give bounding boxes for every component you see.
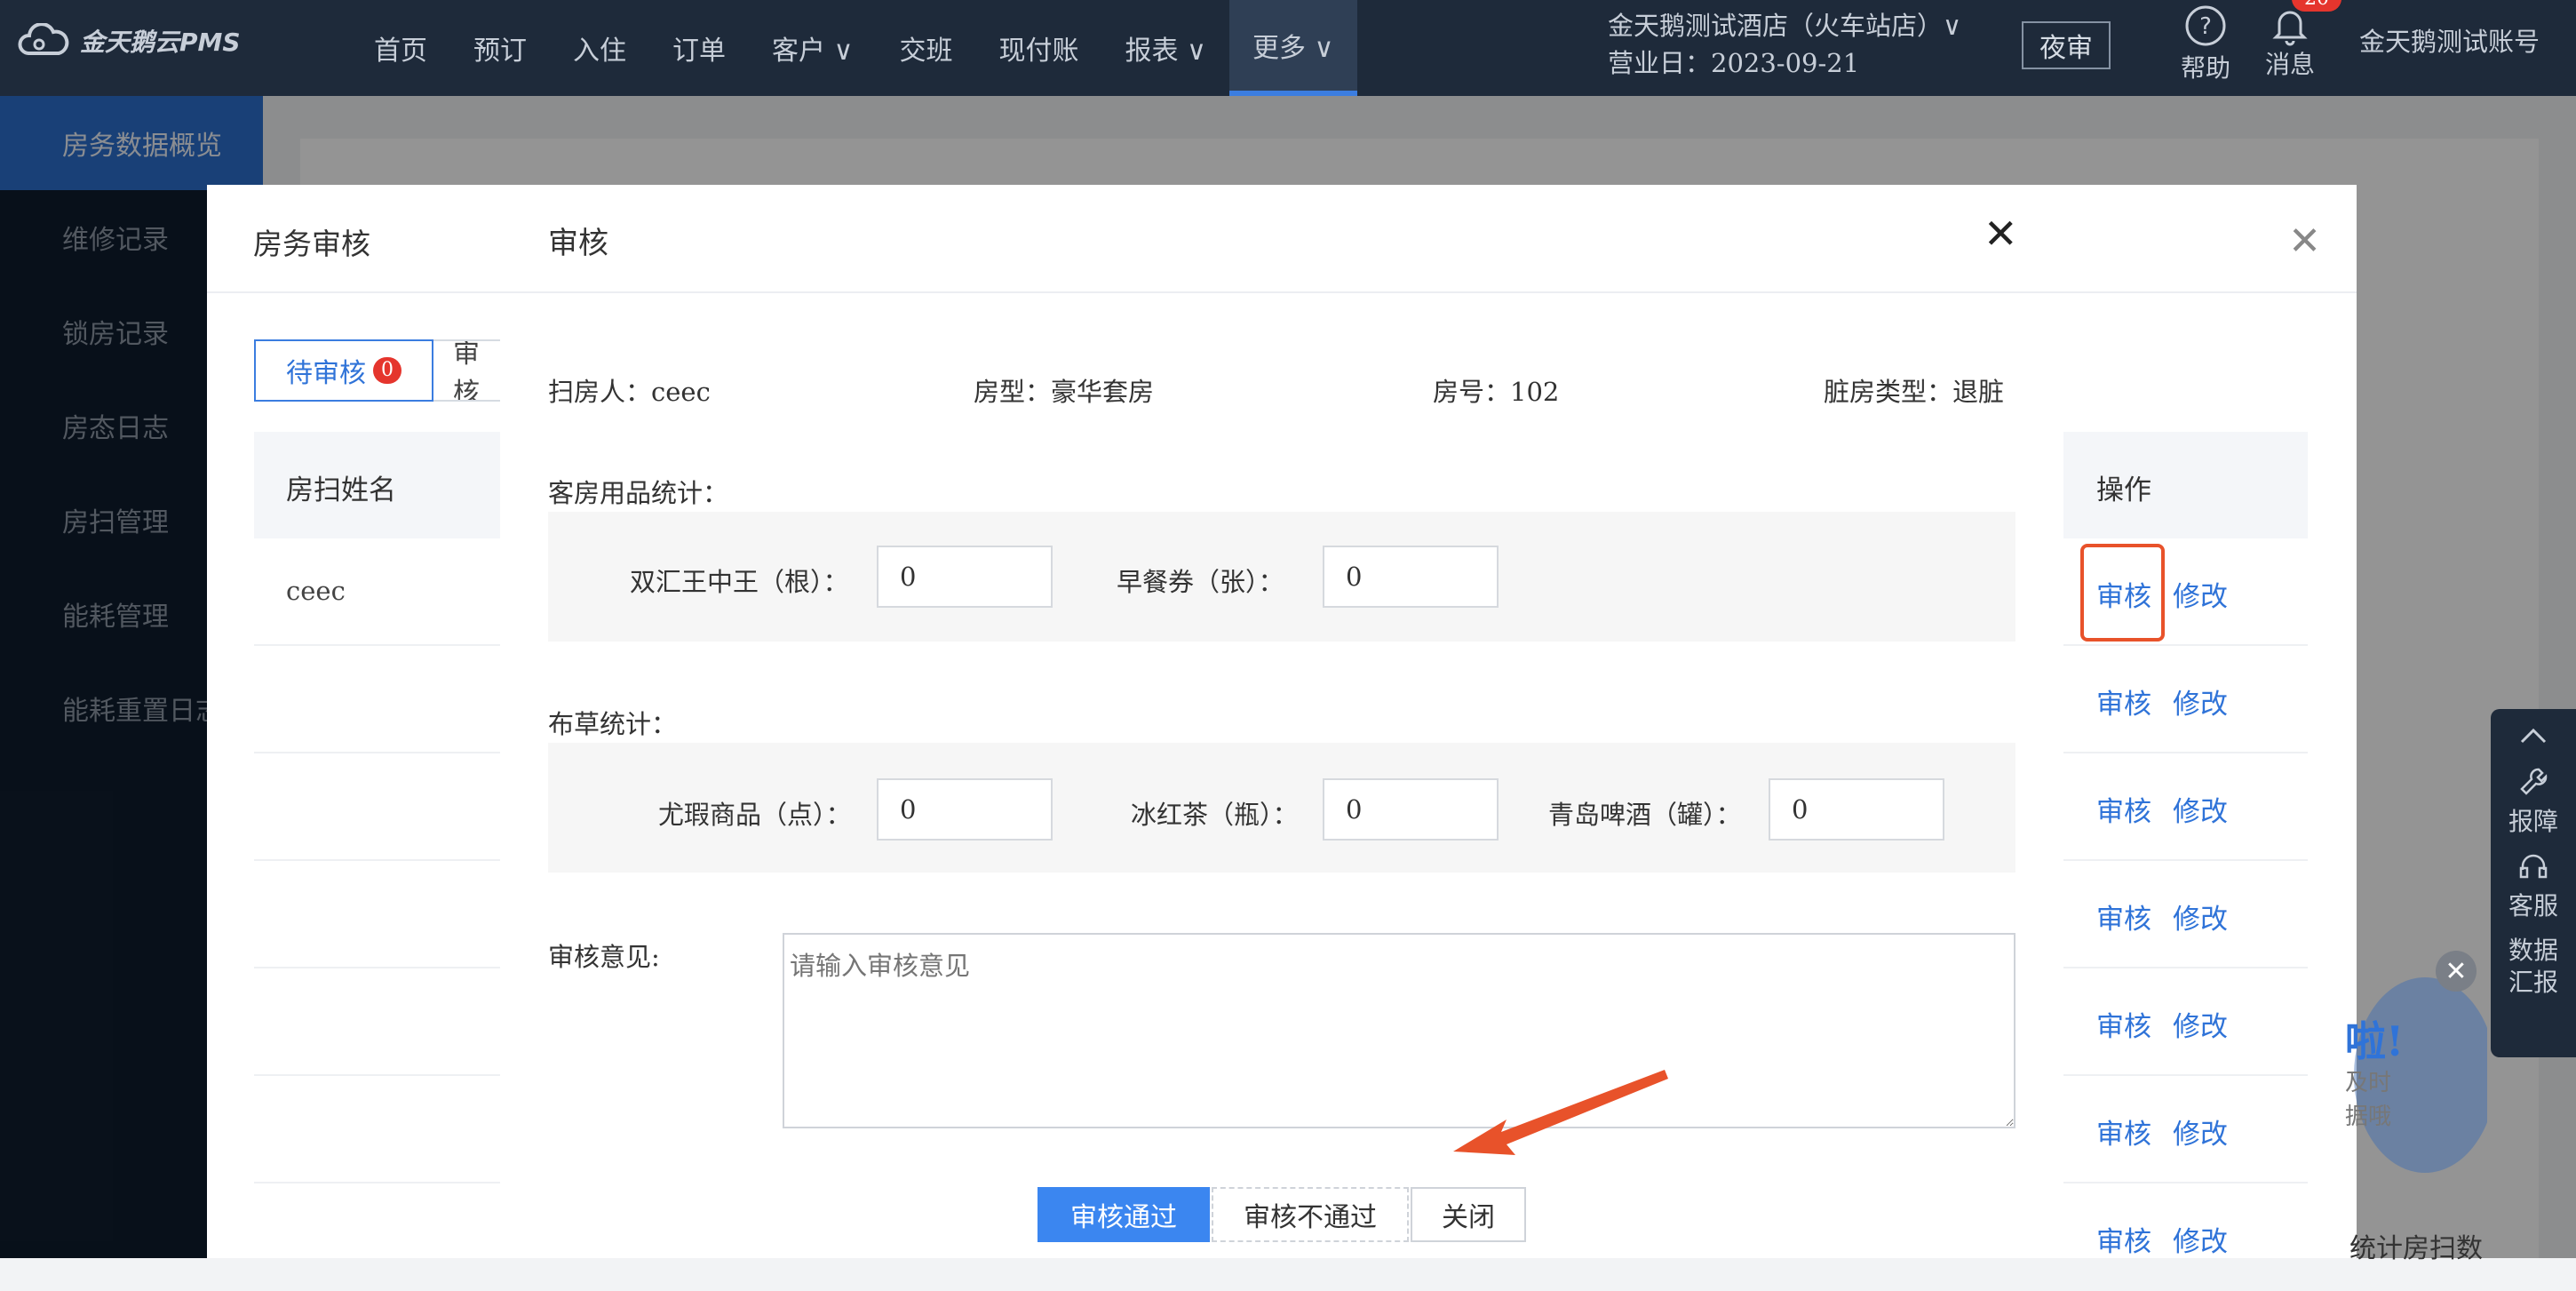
opinion-label: 审核意见: bbox=[548, 942, 660, 972]
linen-field-label: 青岛啤酒（罐）： bbox=[1548, 800, 1742, 830]
supplies-panel: 双汇王中王（根）： 0 早餐券（张）： 0 bbox=[548, 512, 2015, 642]
audit-dialog: 审核 ✕ 扫房人：ceec 房型：豪华套房 房号：102 脏房类型：退脏 客房用… bbox=[500, 185, 2063, 1258]
app-logo[interactable]: 金天鹅云PMS bbox=[16, 23, 241, 59]
pending-count-badge: 0 bbox=[373, 357, 402, 384]
cleaner-name-cell: ceec bbox=[286, 576, 346, 606]
supplies-quantity-input[interactable]: 0 bbox=[1323, 546, 1499, 608]
tab-pending-label: 待审核 bbox=[286, 358, 366, 389]
cleaning-stats-label: 统计房扫数 bbox=[2349, 1233, 2483, 1264]
dirty-type-info: 脏房类型：退脏 bbox=[1824, 377, 2005, 407]
approve-button[interactable]: 审核通过 bbox=[1038, 1187, 1210, 1242]
hotel-selector[interactable]: 金天鹅测试酒店（火车站店）∨ 营业日：2023-09-21 bbox=[1608, 7, 1961, 82]
nav-orders[interactable]: 订单 bbox=[649, 0, 749, 96]
linen-quantity-input[interactable]: 0 bbox=[877, 778, 1053, 841]
floating-toolbar: 报障 客服 数据 汇报 bbox=[2491, 709, 2576, 1057]
nav-home[interactable]: 首页 bbox=[351, 0, 450, 96]
nav-reports[interactable]: 报表 ∨ bbox=[1102, 0, 1230, 96]
account-menu[interactable]: 金天鹅测试账号 bbox=[2359, 21, 2540, 59]
nav-customers[interactable]: 客户 ∨ bbox=[749, 0, 877, 96]
supplies-field-label: 双汇王中王（根）： bbox=[630, 567, 849, 597]
hotel-name: 金天鹅测试酒店（火车站店）∨ bbox=[1608, 11, 1962, 41]
messages-label: 消息 bbox=[2264, 50, 2315, 79]
help-button[interactable]: ? 帮助 bbox=[2173, 0, 2238, 84]
customer-service-label: 客服 bbox=[2508, 891, 2558, 920]
room-number-info: 房号：102 bbox=[1433, 377, 1560, 407]
cloud-logo-icon bbox=[18, 23, 69, 55]
nav-cash-account[interactable]: 现付账 bbox=[976, 0, 1102, 96]
nav-shift[interactable]: 交班 bbox=[877, 0, 976, 96]
linen-field-label: 冰红茶（瓶）： bbox=[1131, 800, 1299, 830]
headset-icon bbox=[2519, 854, 2548, 879]
linen-quantity-input[interactable]: 0 bbox=[1769, 778, 1944, 841]
column-header-name: 房扫姓名 bbox=[286, 474, 396, 506]
nav-checkin[interactable]: 入住 bbox=[550, 0, 649, 96]
opinion-textarea[interactable] bbox=[783, 933, 2015, 1128]
column-header-ops: 操作 bbox=[2096, 474, 2151, 506]
linen-quantity-input[interactable]: 0 bbox=[1323, 778, 1499, 841]
tab-audited[interactable]: 审核 bbox=[433, 339, 505, 402]
linen-field-label: 尤瑕商品（点）： bbox=[658, 800, 852, 830]
app-logo-text: 金天鹅云PMS bbox=[80, 28, 241, 57]
report-fault-label: 报障 bbox=[2508, 807, 2558, 836]
chevron-up-icon bbox=[2520, 728, 2547, 744]
data-report-label-2: 汇报 bbox=[2508, 968, 2558, 997]
main-nav: 首页 预订 入住 订单 客户 ∨ 交班 现付账 报表 ∨ 更多 ∨ bbox=[351, 0, 1357, 96]
promo-line-2: 据哦 bbox=[2345, 1104, 2392, 1130]
help-label: 帮助 bbox=[2180, 53, 2230, 83]
annotation-arrow bbox=[1453, 1070, 1668, 1155]
customer-service-button[interactable]: 客服 bbox=[2491, 838, 2576, 922]
promo-subtext: 及时 据哦 bbox=[2345, 1066, 2391, 1134]
divider bbox=[500, 291, 2063, 293]
highlight-annotation-box bbox=[2080, 544, 2165, 642]
edit-link[interactable]: 修改 bbox=[2173, 1004, 2228, 1044]
business-date: 营业日：2023-09-21 bbox=[1608, 48, 1860, 78]
supplies-quantity-input[interactable]: 0 bbox=[877, 546, 1053, 608]
collapse-button[interactable] bbox=[2491, 709, 2576, 753]
promo-line-1: 及时 bbox=[2345, 1070, 2392, 1096]
audit-link[interactable]: 审核 bbox=[2096, 1219, 2151, 1259]
close-icon[interactable]: ✕ bbox=[2288, 219, 2321, 264]
cleaner-info: 扫房人：ceec bbox=[548, 377, 711, 407]
edit-link[interactable]: 修改 bbox=[2173, 897, 2228, 936]
audit-link[interactable]: 审核 bbox=[2096, 789, 2151, 829]
edit-link[interactable]: 修改 bbox=[2173, 681, 2228, 721]
nav-more[interactable]: 更多 ∨ bbox=[1229, 0, 1357, 96]
messages-button[interactable]: 20 消息 bbox=[2258, 0, 2341, 81]
svg-text:?: ? bbox=[2199, 13, 2212, 40]
promo-headline: 啦! bbox=[2345, 1017, 2405, 1065]
edit-link[interactable]: 修改 bbox=[2173, 574, 2228, 614]
audit-link[interactable]: 审核 bbox=[2096, 1004, 2151, 1044]
audit-dialog-title: 审核 bbox=[548, 226, 608, 261]
close-icon[interactable]: ✕ bbox=[1984, 210, 2018, 258]
audit-link[interactable]: 审核 bbox=[2096, 681, 2151, 721]
room-type-info: 房型：豪华套房 bbox=[974, 377, 1155, 407]
edit-link[interactable]: 修改 bbox=[2173, 1219, 2228, 1259]
report-fault-button[interactable]: 报障 bbox=[2491, 753, 2576, 838]
supplies-section-label: 客房用品统计： bbox=[548, 478, 729, 508]
audit-link[interactable]: 审核 bbox=[2096, 897, 2151, 936]
reject-button[interactable]: 审核不通过 bbox=[1212, 1187, 1409, 1242]
message-count-badge: 20 bbox=[2292, 0, 2341, 12]
nav-booking[interactable]: 预订 bbox=[450, 0, 550, 96]
linen-section-label: 布草统计： bbox=[548, 709, 678, 739]
close-button[interactable]: 关闭 bbox=[1411, 1187, 1526, 1242]
data-report-button[interactable]: 数据 汇报 bbox=[2491, 922, 2576, 999]
edit-link[interactable]: 修改 bbox=[2173, 1112, 2228, 1152]
top-nav-bar: 金天鹅云PMS 首页 预订 入住 订单 客户 ∨ 交班 现付账 报表 ∨ 更多 … bbox=[0, 0, 2576, 96]
edit-link[interactable]: 修改 bbox=[2173, 789, 2228, 829]
night-audit-button[interactable]: 夜审 bbox=[2022, 21, 2111, 69]
tab-pending[interactable]: 待审核 0 bbox=[254, 339, 433, 402]
promo-close-icon[interactable]: ✕ bbox=[2436, 951, 2477, 992]
housekeeping-audit-title: 房务审核 bbox=[253, 227, 370, 261]
help-icon: ? bbox=[2185, 5, 2226, 46]
linen-panel: 尤瑕商品（点）： 0 冰红茶（瓶）： 0 青岛啤酒（罐）： 0 bbox=[548, 743, 2015, 873]
audit-link[interactable]: 审核 bbox=[2096, 1112, 2151, 1152]
supplies-field-label: 早餐券（张）： bbox=[1117, 567, 1284, 597]
wrench-icon bbox=[2520, 768, 2548, 795]
data-report-label-1: 数据 bbox=[2508, 936, 2558, 965]
